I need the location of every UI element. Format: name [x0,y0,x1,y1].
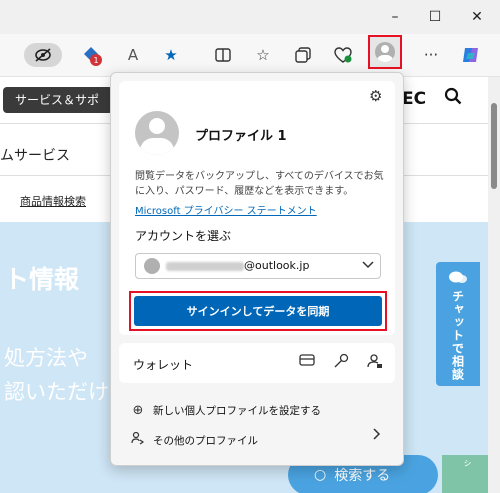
add-circle-icon: ⊕ [132,403,144,418]
heart-pulse-icon [334,47,352,63]
profile-button[interactable] [368,35,402,69]
favorites-button[interactable]: ☆ [250,42,276,68]
product-info-search-link[interactable]: 商品情報検索 [20,193,86,209]
close-button[interactable]: ✕ [462,6,492,28]
hero-line-1: 処方法や [4,346,88,370]
read-aloud-button[interactable]: A [120,42,146,68]
more-options-button[interactable]: ··· [418,42,444,68]
gear-icon[interactable]: ⚙ [369,87,382,105]
avatar-icon [375,42,395,62]
side-green-tab-label: シ [463,459,472,467]
search-icon[interactable] [444,87,462,110]
chevron-down-icon [362,258,374,272]
brand-logo: EC [402,89,427,109]
search-icon: ○ [314,467,327,483]
service-support-nav[interactable]: サービス＆サポ [3,87,113,113]
read-aloud-icon: A [127,46,139,64]
notification-badge: 1 [90,54,102,66]
chat-tab-label: チャットで相談 [450,290,465,381]
payment-card-icon[interactable] [299,353,315,371]
profile-flyout: ⚙ プロファイル 1 閲覧データをバックアップし、すべてのデバイスでお気に入り、… [110,72,404,466]
chat-bubble-icon [449,271,467,283]
browser-essentials-button[interactable] [330,42,356,68]
chat-consult-tab[interactable]: チャットで相談 [436,262,480,386]
blurred-account-name [166,262,244,271]
account-avatar-icon [144,258,160,274]
chevron-right-icon [373,428,381,444]
split-screen-icon [215,48,231,62]
profiles-swap-icon [131,431,145,449]
split-screen-button[interactable] [210,42,236,68]
new-profile-menu-item[interactable]: ⊕ 新しい個人プロファイルを設定する [131,403,321,418]
avatar-icon [135,111,179,155]
title-bar: – ☐ ✕ [0,0,500,34]
collections-button[interactable] [290,42,316,68]
other-profiles-menu-item[interactable]: その他のプロファイル [131,431,258,449]
copilot-button[interactable] [458,42,484,68]
key-icon[interactable] [333,353,349,373]
account-dropdown[interactable]: @outlook.jp [135,253,381,279]
signin-highlight-frame: サインインしてデータを同期 [129,291,387,331]
browser-toolbar: A ★ ☆ ··· [0,34,500,77]
favorites-list-icon: ☆ [256,46,270,64]
tracking-prevention-button[interactable] [24,43,62,67]
menu-item-system-service[interactable]: ムサービス [0,145,70,165]
star-filled-icon: ★ [164,46,178,64]
hero-line-2: 認いただけ [4,380,109,404]
choose-account-heading: アカウントを選ぶ [135,229,232,243]
collections-icon [295,47,311,63]
minimize-button[interactable]: – [380,6,410,28]
eye-slash-icon [35,48,51,62]
copilot-icon [463,48,478,62]
new-profile-label: 新しい個人プロファイルを設定する [153,405,321,417]
wallet-label: ウォレット [133,358,194,372]
search-pill-label: 検索する [334,468,391,484]
privacy-statement-link[interactable]: Microsoft プライバシー ステートメント [135,202,317,217]
personal-info-icon[interactable] [367,353,383,373]
wallet-card[interactable]: ウォレット [119,343,395,383]
other-profiles-label: その他のプロファイル [153,434,258,447]
profile-card: ⚙ プロファイル 1 閲覧データをバックアップし、すべてのデバイスでお気に入り、… [119,81,395,335]
account-email-domain: @outlook.jp [244,259,310,272]
page-scrollbar[interactable] [488,77,500,493]
maximize-button[interactable]: ☐ [420,6,450,28]
signin-sync-button[interactable]: サインインしてデータを同期 [134,296,382,326]
hero-title: ト情報 [4,265,80,294]
scrollbar-thumb[interactable] [491,103,497,189]
profile-name: プロファイル 1 [195,129,287,144]
sync-description: 閲覧データをバックアップし、すべてのデバイスでお気に入り、パスワード、履歴などを… [135,171,384,197]
favorite-star-button[interactable]: ★ [158,42,184,68]
